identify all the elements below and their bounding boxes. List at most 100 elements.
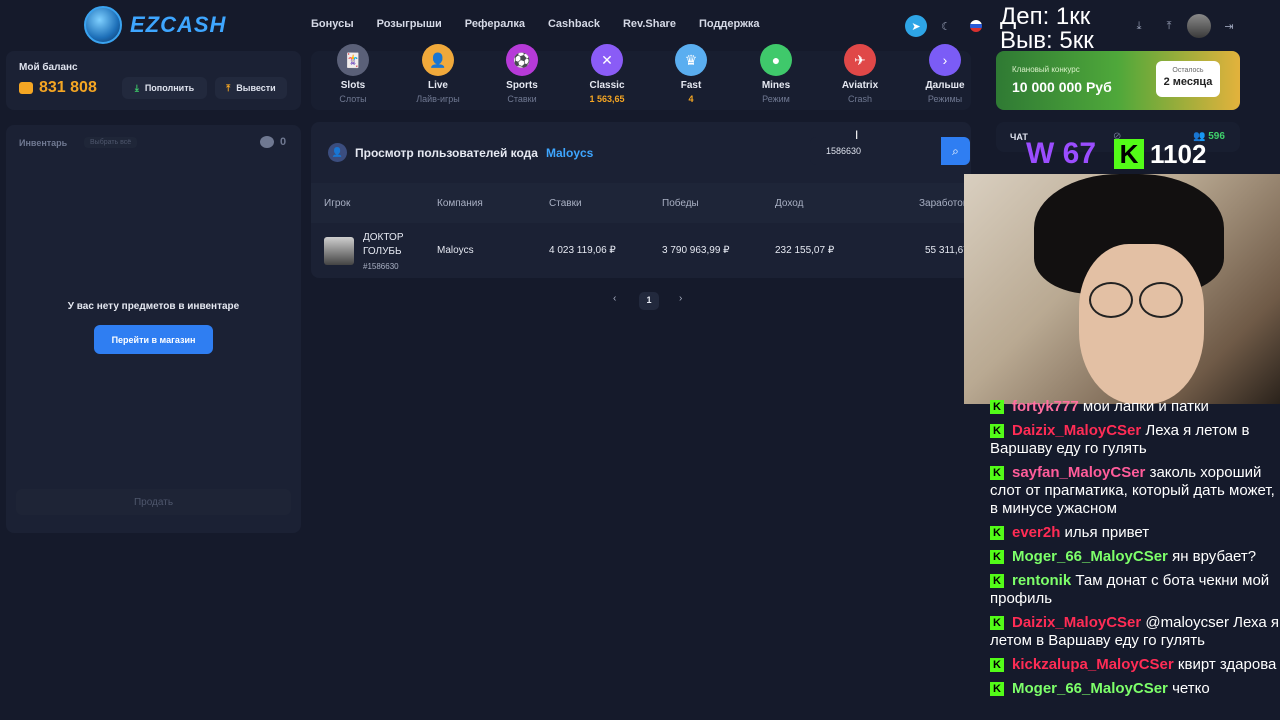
- player-id: #1586630: [363, 262, 399, 271]
- search-button[interactable]: ⌕: [941, 137, 970, 165]
- page-current[interactable]: 1: [639, 292, 659, 310]
- game-classic[interactable]: ✕ Classic 1 563,65: [572, 44, 642, 104]
- coins-icon: [19, 82, 33, 94]
- game-name: Live: [427, 80, 448, 91]
- chat-messages: Kfortyk777 мои лапки и патки K Daizix_Malo…: [990, 398, 1280, 704]
- chat-message: K Moger_66_MaloyCSer четко: [990, 680, 1280, 698]
- chat-username[interactable]: Daizix_MaloyCSer: [1012, 614, 1141, 631]
- download-icon[interactable]: ⤓: [1128, 15, 1150, 37]
- chat-username[interactable]: rentonik: [1012, 572, 1071, 589]
- w-counter: W 67: [1026, 137, 1097, 170]
- coins-icon: [260, 136, 274, 148]
- chat-username[interactable]: ever2h: [1012, 524, 1060, 541]
- nav-support[interactable]: Поддержка: [699, 18, 760, 30]
- glasses-right: [1139, 282, 1183, 318]
- game-icon: ⚽: [506, 44, 538, 76]
- game-slots[interactable]: 🃏 Slots Слоты: [318, 44, 388, 104]
- col-bets: Ставки: [549, 198, 582, 209]
- nav-revshare[interactable]: Rev.Share: [623, 18, 676, 30]
- chat-username[interactable]: Moger_66_MaloyCSer: [1012, 548, 1168, 565]
- kick-badge-icon: K: [990, 682, 1004, 696]
- page-title: 👤 Просмотр пользователей кода Maloycs: [328, 143, 593, 162]
- player-avatar: [324, 237, 354, 265]
- deposit-button[interactable]: ⤓ Пополнить: [122, 77, 207, 99]
- logout-icon[interactable]: ⇥: [1218, 15, 1240, 37]
- col-earnings: Заработок: [919, 198, 964, 209]
- kick-badge-icon: K: [990, 424, 1004, 438]
- game-sub: Режим: [762, 94, 790, 104]
- game-sports[interactable]: ⚽ Sports Ставки: [487, 44, 557, 104]
- webcam-overlay: [964, 174, 1280, 404]
- col-player: Игрок: [324, 198, 351, 209]
- game-sub: Ставки: [507, 94, 537, 104]
- chat-username[interactable]: fortyk777: [1012, 398, 1079, 415]
- table-header: [311, 183, 971, 223]
- glasses-left: [1089, 282, 1133, 318]
- search-input[interactable]: [810, 137, 941, 165]
- game-more[interactable]: › Дальше Режимы: [910, 44, 980, 104]
- upload-icon[interactable]: ⤒: [1158, 15, 1180, 37]
- k-counter-value: 1102: [1150, 138, 1207, 169]
- top-nav: Бонусы Розыгрыши Рефералка Cashback Rev.…: [311, 18, 783, 30]
- chat-username[interactable]: Daizix_MaloyCSer: [1012, 422, 1141, 439]
- game-live[interactable]: 👤 Live Лайв-игры: [403, 44, 473, 104]
- cell-wins: 3 790 963,99 ₽: [662, 245, 730, 256]
- telegram-icon[interactable]: ➤: [905, 15, 927, 37]
- language-flag-icon[interactable]: [965, 15, 987, 37]
- stream-counters: W 67 K 1102: [1026, 137, 1206, 171]
- game-aviatrix[interactable]: ✈ Aviatrix Crash: [825, 44, 895, 104]
- game-sub: 4: [688, 94, 694, 104]
- player-name-line2: ГОЛУБЬ: [363, 246, 402, 257]
- chat-message: Krentonik Там донат с бота чекни мой про…: [990, 572, 1280, 608]
- chat-message: K Daizix_MaloyCSer Леха я летом в Варшаву…: [990, 422, 1280, 458]
- chat-username[interactable]: Moger_66_MaloyCSer: [1012, 680, 1168, 697]
- go-to-shop-button[interactable]: Перейти в магазин: [94, 325, 213, 354]
- chat-message: K Daizix_MaloyCSer @maloycser Леха я лето…: [990, 614, 1280, 650]
- chat-username[interactable]: kickzalupa_MaloyCSer: [1012, 656, 1174, 673]
- prev-page-icon[interactable]: ‹: [613, 293, 616, 304]
- cell-bets: 4 023 119,06 ₽: [549, 245, 616, 256]
- users-icon: 👤: [328, 143, 347, 162]
- player-name-line1: ДОКТОР: [363, 232, 404, 243]
- balance-amount: 831 808: [39, 79, 97, 96]
- game-sub: Слоты: [339, 94, 367, 104]
- nav-bonuses[interactable]: Бонусы: [311, 18, 354, 30]
- cell-earnings: 55 311,67: [925, 245, 964, 256]
- k-counter: K 1102: [1114, 139, 1206, 170]
- sell-button[interactable]: Продать: [16, 489, 291, 515]
- webcam-face: [1079, 244, 1204, 404]
- game-name: Slots: [340, 80, 366, 91]
- kick-badge-icon: K: [990, 400, 1004, 414]
- inventory-count: 0: [260, 136, 286, 148]
- game-name: Mines: [761, 80, 791, 91]
- brand-logo[interactable]: EZCASH: [84, 6, 226, 44]
- game-fast[interactable]: ♛ Fast 4: [656, 44, 726, 104]
- nav-cashback[interactable]: Cashback: [548, 18, 600, 30]
- next-page-icon[interactable]: ›: [679, 293, 682, 304]
- balance-value: 831 808: [19, 79, 97, 97]
- game-mines[interactable]: ● Mines Режим: [741, 44, 811, 104]
- kick-badge-icon: K: [990, 658, 1004, 672]
- logo-emblem-icon: [84, 6, 122, 44]
- player-name[interactable]: ДОКТОР ГОЛУБЬ: [363, 231, 403, 259]
- kick-badge-icon: K: [990, 550, 1004, 564]
- game-icon: ✈: [844, 44, 876, 76]
- chat-message: K Moger_66_MaloyCSer ян врубает?: [990, 548, 1280, 566]
- clan-contest-banner[interactable]: Клановый конкурс 10 000 000 Руб Осталось…: [996, 51, 1240, 110]
- game-sub: Режимы: [927, 94, 963, 104]
- chat-message: Kfortyk777 мои лапки и патки: [990, 398, 1280, 416]
- nav-referral[interactable]: Рефералка: [465, 18, 525, 30]
- chat-text: ян врубает?: [1172, 548, 1257, 565]
- col-company: Компания: [437, 198, 483, 209]
- download-icon: ⤓: [134, 82, 139, 93]
- withdraw-button[interactable]: ⤒ Вывести: [215, 77, 287, 99]
- chat-username[interactable]: sayfan_MaloyCSer: [1012, 464, 1145, 481]
- chat-message: Kkickzalupa_MaloyCSer квирт здарова: [990, 656, 1280, 674]
- chat-text: четко: [1172, 680, 1210, 697]
- promo-title: Клановый конкурс: [1012, 65, 1080, 74]
- moon-icon[interactable]: ☾: [935, 15, 957, 37]
- avatar[interactable]: [1187, 14, 1211, 38]
- select-all-button[interactable]: Выбрать всё: [84, 137, 138, 148]
- promo-amount: 10 000 000 Руб: [1012, 79, 1112, 95]
- nav-giveaways[interactable]: Розыгрыши: [377, 18, 442, 30]
